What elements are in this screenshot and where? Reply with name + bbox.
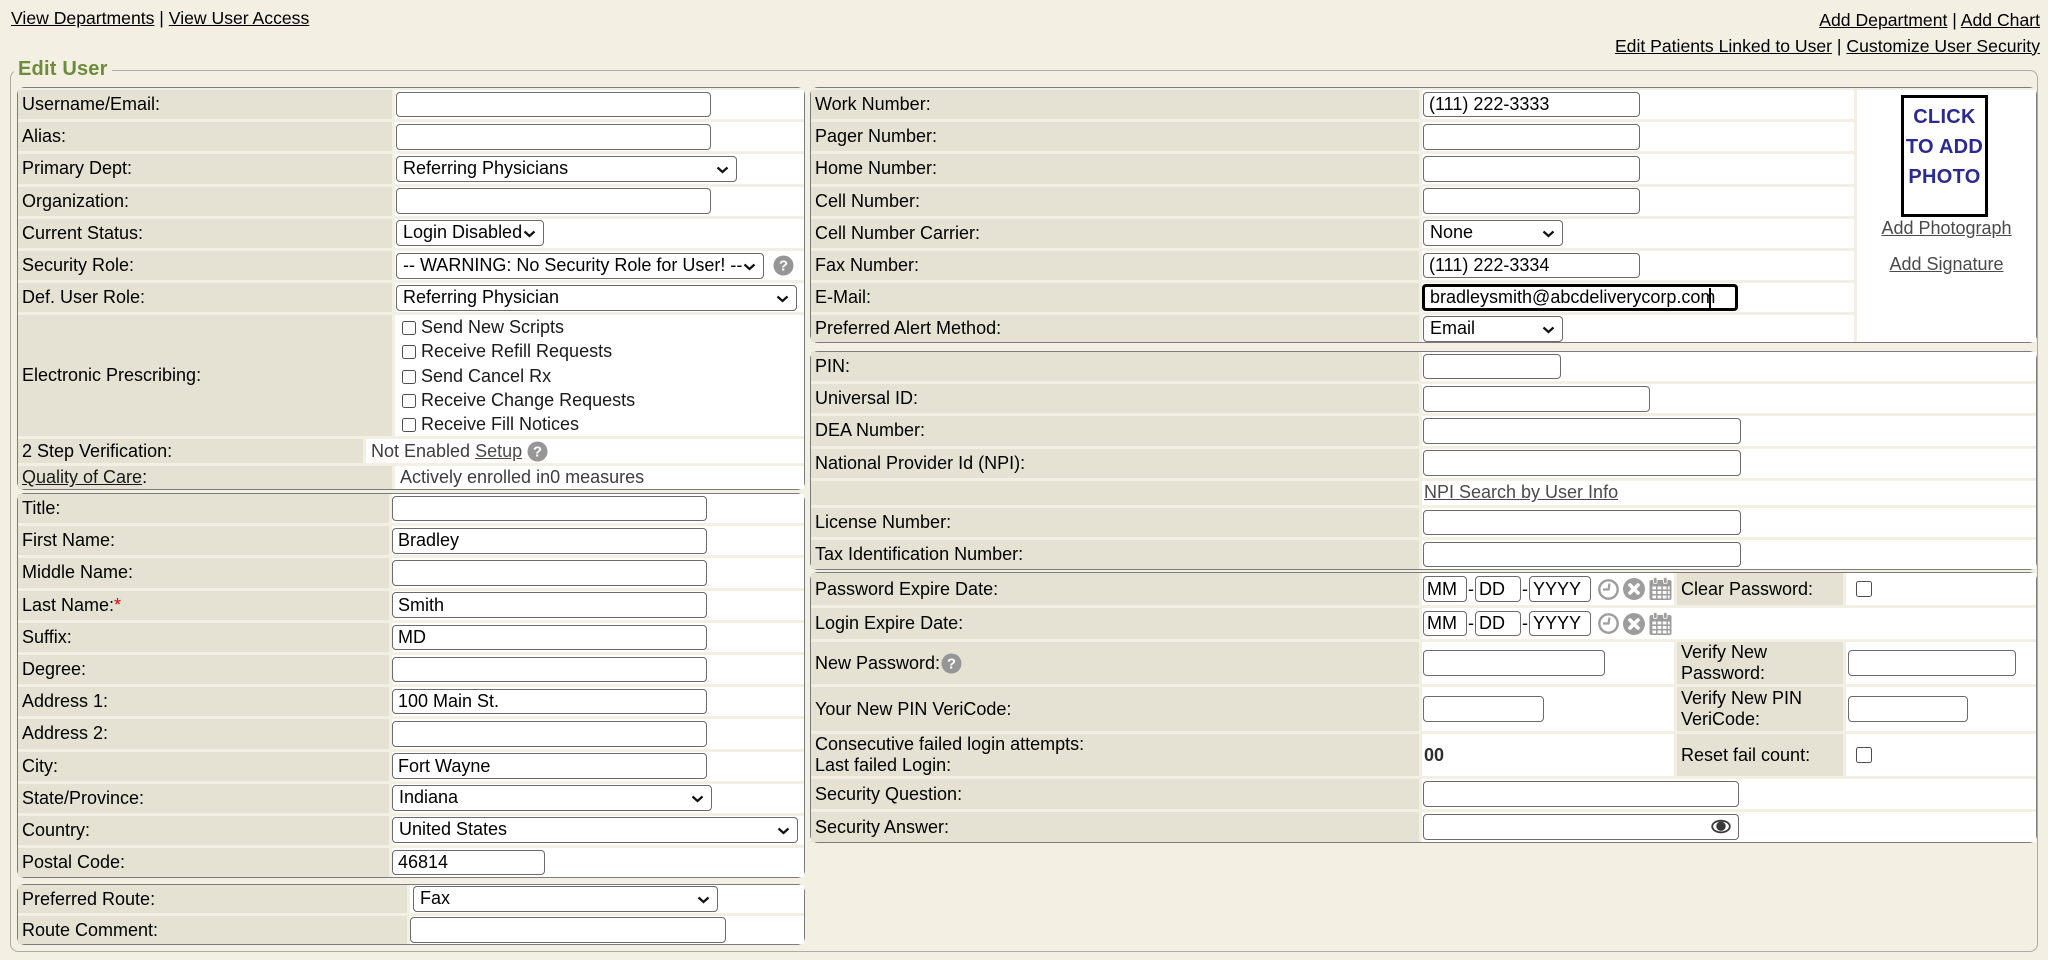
svg-text:?: ? xyxy=(947,655,956,672)
svg-text:?: ? xyxy=(779,258,788,275)
svg-text:?: ? xyxy=(533,443,542,460)
